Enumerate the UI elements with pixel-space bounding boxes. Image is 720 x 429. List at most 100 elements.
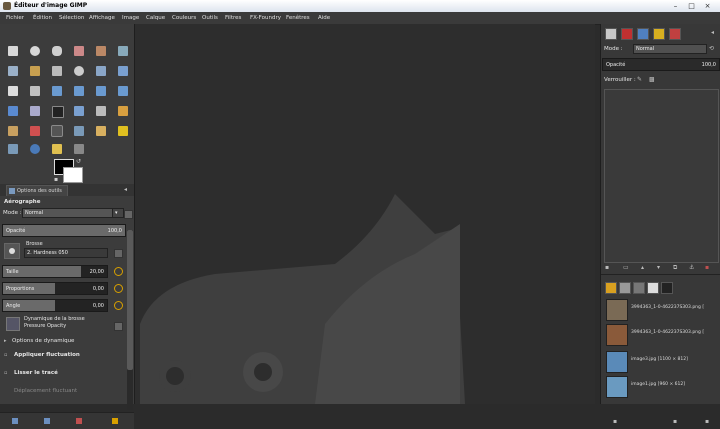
- dynamics-preview-icon[interactable]: [6, 317, 20, 331]
- dodge-burn-icon[interactable]: [74, 144, 84, 154]
- layers-list[interactable]: [604, 89, 719, 263]
- maximize-button[interactable]: □: [684, 1, 699, 11]
- delete-options-icon[interactable]: [76, 418, 82, 424]
- new-layer-icon[interactable]: ▪: [605, 264, 609, 271]
- tab-patterns[interactable]: [619, 282, 631, 294]
- perspective-clone-icon[interactable]: [8, 144, 18, 154]
- lower-layer-icon[interactable]: ▾: [657, 264, 660, 271]
- color-picker-icon[interactable]: [52, 66, 62, 76]
- tab-tool-options[interactable]: Options des outils: [6, 185, 68, 196]
- menu-calque[interactable]: Calque: [146, 15, 165, 21]
- blend-icon[interactable]: [96, 106, 106, 116]
- smooth-stroke-checkbox[interactable]: ▫: [4, 370, 7, 376]
- menu-selection[interactable]: Sélection: [59, 15, 84, 21]
- crop-icon[interactable]: [30, 86, 40, 96]
- tab-undo[interactable]: [653, 28, 665, 40]
- menu-couleurs[interactable]: Couleurs: [172, 15, 196, 21]
- close-button[interactable]: ×: [700, 1, 715, 11]
- ellipse-select-icon[interactable]: [30, 46, 40, 56]
- lock-pixels-icon[interactable]: ✎: [637, 76, 642, 83]
- measure-icon[interactable]: [96, 66, 106, 76]
- tab-layers[interactable]: [605, 28, 617, 40]
- align-icon[interactable]: [8, 86, 18, 96]
- image-new-view-icon[interactable]: ▪: [673, 418, 677, 425]
- mode-reset-icon[interactable]: [124, 210, 133, 219]
- new-group-icon[interactable]: ▭: [623, 264, 629, 271]
- save-options-icon[interactable]: [12, 418, 18, 424]
- canvas-area[interactable]: [135, 24, 595, 404]
- scrollbar-thumb[interactable]: [127, 230, 133, 370]
- dynamics-value[interactable]: Pressure Opacity: [24, 323, 66, 329]
- color-select-icon[interactable]: [96, 46, 106, 56]
- flip-icon[interactable]: [8, 106, 18, 116]
- brush-edit-icon[interactable]: [114, 249, 123, 258]
- menu-fx-foundry[interactable]: FX-Foundry: [250, 15, 281, 21]
- image-delete-icon[interactable]: ▪: [705, 418, 709, 425]
- move-icon[interactable]: [118, 66, 128, 76]
- menu-fichier[interactable]: Fichier: [6, 15, 24, 21]
- size-reset-icon[interactable]: [114, 267, 123, 276]
- tab-menu-icon[interactable]: ◂: [124, 186, 127, 193]
- ink-icon[interactable]: [74, 126, 84, 136]
- apply-jitter-label[interactable]: Appliquer fluctuation: [14, 352, 80, 358]
- tab-fonts[interactable]: [633, 282, 645, 294]
- delete-layer-icon[interactable]: ▪: [705, 264, 709, 271]
- duplicate-layer-icon[interactable]: ⧉: [673, 264, 677, 272]
- scissors-icon[interactable]: [118, 46, 128, 56]
- tab-paths[interactable]: [637, 28, 649, 40]
- menu-fenetres[interactable]: Fenêtres: [286, 15, 310, 21]
- heal-icon[interactable]: [118, 126, 128, 136]
- reset-options-icon[interactable]: [112, 418, 118, 424]
- incremental-label[interactable]: Déplacement fluctuant: [14, 388, 77, 394]
- airbrush-icon[interactable]: [51, 125, 63, 137]
- menu-edition[interactable]: Édition: [33, 15, 52, 21]
- opacity-slider[interactable]: Opacité 100,0: [2, 224, 126, 237]
- dynamics-options-expander-icon[interactable]: ▸: [4, 338, 7, 344]
- scale-icon[interactable]: [74, 86, 84, 96]
- lock-alpha-icon[interactable]: ▩: [649, 76, 655, 83]
- blur-icon[interactable]: [30, 144, 40, 154]
- pencil-icon[interactable]: [118, 106, 128, 116]
- swap-colors-icon[interactable]: ↺: [76, 158, 81, 165]
- tool-options-scrollbar[interactable]: [127, 230, 133, 410]
- bucket-fill-icon[interactable]: [74, 106, 84, 116]
- mode-dropdown-arrow-icon[interactable]: ▾: [112, 208, 124, 218]
- background-color-swatch[interactable]: [63, 167, 83, 183]
- default-colors-icon[interactable]: ▪: [54, 176, 58, 183]
- zoom-icon[interactable]: [74, 66, 84, 76]
- angle-reset-icon[interactable]: [114, 301, 123, 310]
- raise-layer-icon[interactable]: ▴: [641, 264, 644, 271]
- aspect-reset-icon[interactable]: [114, 284, 123, 293]
- apply-jitter-checkbox[interactable]: ▫: [4, 352, 7, 358]
- layers-opacity-slider[interactable]: Opacité 100,0: [602, 58, 720, 71]
- cage-icon[interactable]: [30, 106, 40, 116]
- fuzzy-select-icon[interactable]: [74, 46, 84, 56]
- menu-aide[interactable]: Aide: [318, 15, 330, 21]
- tab-images[interactable]: [647, 282, 659, 294]
- brush-preview[interactable]: [4, 243, 20, 259]
- rotate-icon[interactable]: [52, 86, 62, 96]
- layers-mode-reset-icon[interactable]: ⟲: [709, 45, 714, 52]
- image-list-item[interactable]: 3994363_1-0-462237S303.png [: [601, 297, 720, 321]
- menu-affichage[interactable]: Affichage: [89, 15, 115, 21]
- dynamics-edit-icon[interactable]: [114, 322, 123, 331]
- image-list-item[interactable]: image3.jpg [1100 × 812]: [601, 349, 720, 373]
- tab-gradients[interactable]: [661, 282, 673, 294]
- size-slider[interactable]: Taille 20,00: [2, 265, 108, 278]
- dynamics-options-label[interactable]: Options de dynamique: [12, 338, 74, 344]
- image-list-item[interactable]: 3994363_1-0-462237S303.png [: [601, 322, 720, 346]
- clone-icon[interactable]: [96, 126, 106, 136]
- rect-select-icon[interactable]: [8, 46, 18, 56]
- mode-select[interactable]: Normal: [22, 208, 114, 218]
- layers-mode-select[interactable]: Normal: [633, 44, 707, 54]
- restore-options-icon[interactable]: [44, 418, 50, 424]
- smooth-stroke-label[interactable]: Lisser le tracé: [14, 370, 58, 376]
- image-list-item[interactable]: image1.jpg [960 × 612]: [601, 374, 720, 398]
- text-icon[interactable]: [52, 106, 64, 118]
- lasso-icon[interactable]: [52, 46, 62, 56]
- perspective-icon[interactable]: [118, 86, 128, 96]
- image-raise-icon[interactable]: ▪: [613, 418, 617, 425]
- minimize-button[interactable]: –: [668, 1, 683, 11]
- anchor-layer-icon[interactable]: ⚓: [689, 264, 694, 271]
- angle-slider[interactable]: Angle 0,00: [2, 299, 108, 312]
